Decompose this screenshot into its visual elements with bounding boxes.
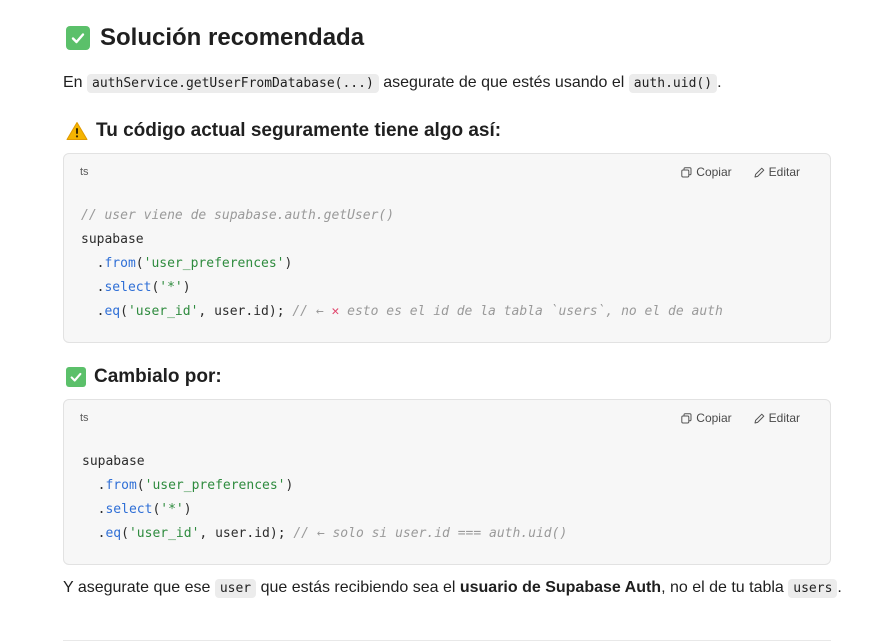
inline-code: authService.getUserFromDatabase(...) — [87, 74, 379, 93]
section-heading-text: Cambialo por: — [94, 366, 222, 387]
outro-text: . — [837, 579, 842, 596]
code-string: '*' — [160, 502, 184, 517]
code-comment: // ← solo si user.id === auth.uid() — [293, 526, 568, 541]
outro-paragraph: Y asegurate que ese user que estás recib… — [63, 576, 842, 601]
code-comment: // ← — [292, 304, 332, 319]
inline-code: users — [788, 579, 838, 598]
edit-button[interactable]: Editar — [754, 411, 800, 425]
outro-text: , no el de tu tabla — [661, 579, 784, 596]
intro-paragraph: En authService.getUserFromDatabase(...) … — [63, 71, 722, 96]
outro-text: Y asegurate que ese — [63, 579, 211, 596]
code-string: 'user_preferences' — [143, 256, 285, 271]
code-line: .select('*') — [81, 276, 723, 300]
code-token: . — [82, 478, 106, 493]
code-string: 'user_preferences' — [144, 478, 286, 493]
pencil-icon — [754, 167, 764, 177]
check-icon — [66, 367, 86, 387]
divider — [63, 640, 831, 641]
code-block-current: ts Copiar Editar // user viene de supaba… — [63, 153, 831, 343]
check-icon — [66, 26, 90, 50]
section-heading-text: Tu código actual seguramente tiene algo … — [96, 120, 502, 141]
code-token: ) — [183, 502, 192, 517]
intro-text: . — [717, 74, 722, 91]
code-comment: esto es el id de la tabla `users`, no el… — [339, 304, 723, 319]
code-token: , user.id); — [198, 304, 293, 319]
code-string: 'user_id' — [127, 304, 199, 319]
code-line: .from('user_preferences') — [81, 252, 723, 276]
code-line: .eq('user_id', user.id); // ← ✕ esto es … — [81, 300, 723, 324]
inline-code: user — [214, 579, 257, 598]
code-token: . — [81, 256, 105, 271]
code-token: supabase — [82, 454, 145, 469]
code-comment: // user viene de supabase.auth.getUser() — [81, 208, 395, 223]
code-function: eq — [104, 304, 121, 319]
edit-button[interactable]: Editar — [754, 165, 800, 179]
warning-icon — [66, 121, 88, 141]
section-heading-current: Tu código actual seguramente tiene algo … — [66, 118, 501, 144]
outro-bold-text: usuario de Supabase Auth — [459, 579, 662, 596]
code-content: supabase .from('user_preferences') .sele… — [82, 450, 567, 546]
code-token: ) — [182, 280, 191, 295]
code-token: . — [82, 526, 106, 541]
code-line: supabase — [81, 228, 723, 252]
code-language: ts — [80, 166, 89, 178]
code-function: select — [105, 502, 153, 517]
intro-text: asegurate de que estés usando el — [383, 74, 625, 91]
code-token: ( — [120, 304, 128, 319]
code-line: .eq('user_id', user.id); // ← solo si us… — [82, 522, 568, 546]
code-block-fix: ts Copiar Editar supabase .from('user_pr… — [63, 399, 831, 565]
code-token: . — [82, 502, 106, 517]
code-function: from — [105, 478, 137, 493]
pencil-icon — [754, 413, 764, 423]
code-token: ( — [136, 478, 145, 493]
code-token: , user.id); — [199, 526, 294, 541]
code-token: . — [81, 280, 105, 295]
code-token: . — [81, 304, 105, 319]
copy-icon — [681, 166, 692, 177]
copy-label: Copiar — [696, 165, 732, 179]
intro-text: En — [63, 74, 83, 91]
code-token: ) — [284, 256, 293, 271]
code-string: 'user_id' — [128, 526, 200, 541]
code-line: supabase — [82, 450, 567, 474]
section-heading-fix: Cambialo por: — [66, 364, 222, 390]
page-title: Solución recomendada — [66, 22, 364, 54]
copy-label: Copiar — [696, 411, 732, 425]
code-token: ( — [135, 256, 144, 271]
code-language: ts — [80, 412, 89, 424]
code-line: .select('*') — [82, 498, 567, 522]
copy-icon — [681, 412, 692, 423]
code-function: eq — [105, 526, 122, 541]
code-token: ( — [121, 526, 129, 541]
edit-label: Editar — [768, 411, 800, 425]
code-string: '*' — [159, 280, 183, 295]
code-token: ) — [285, 478, 294, 493]
inline-code: auth.uid() — [628, 74, 718, 93]
code-line: .from('user_preferences') — [82, 474, 567, 498]
code-line: // user viene de supabase.auth.getUser() — [81, 204, 723, 228]
code-content: // user viene de supabase.auth.getUser()… — [81, 204, 723, 324]
code-token: supabase — [81, 232, 144, 247]
copy-button[interactable]: Copiar — [681, 165, 732, 179]
code-function: select — [104, 280, 152, 295]
copy-button[interactable]: Copiar — [681, 411, 732, 425]
edit-label: Editar — [768, 165, 800, 179]
outro-text: que estás recibiendo sea el — [260, 579, 456, 596]
code-function: from — [104, 256, 136, 271]
page-title-text: Solución recomendada — [100, 24, 365, 51]
